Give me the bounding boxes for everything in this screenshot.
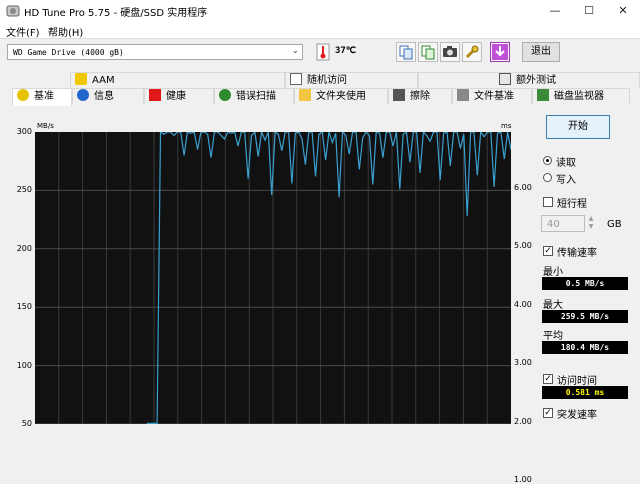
right-axis-tick: 4.00 [514, 299, 532, 309]
tab-extra-tests[interactable]: 额外测试 [418, 72, 640, 88]
camera-icon [443, 46, 457, 57]
benchmark-icon [17, 89, 29, 101]
benchmark-graph [35, 129, 512, 425]
chevron-down-icon[interactable]: ⌄ [292, 46, 299, 55]
download-arrow-icon [492, 44, 508, 60]
thermometer-icon [316, 43, 330, 61]
left-axis-tick: 300 [16, 127, 32, 136]
red-cross-icon [149, 89, 161, 101]
short-stroke-input[interactable]: 40 [541, 215, 585, 232]
min-readout: 0.5 MB/s [542, 277, 628, 290]
tab-random-access[interactable]: 随机访问 [285, 72, 418, 88]
tab-folder-usage[interactable]: 文件夹使用 [294, 88, 388, 104]
right-axis-tick: 1.00 [514, 475, 532, 484]
burst-rate-label: 突发速率 [557, 410, 597, 421]
read-radio[interactable] [543, 156, 552, 165]
tab-error-scan[interactable]: 错误扫描 [214, 88, 294, 104]
right-axis-unit: ms [501, 122, 512, 130]
tab-disk-monitor[interactable]: 磁盘监视器 [532, 88, 630, 104]
max-readout: 259.5 MB/s [542, 310, 628, 323]
drive-select[interactable]: WD Game Drive (4000 gB) [7, 44, 303, 60]
tab-aam[interactable]: AAM [70, 72, 285, 88]
window-title: HD Tune Pro 5.75 - 硬盘/SSD 实用程序 [24, 8, 208, 19]
speaker-icon [75, 73, 87, 85]
tab-label: 擦除 [410, 91, 430, 102]
tab-label: 文件基准 [474, 91, 514, 102]
access-time-checkbox[interactable]: ✓ [543, 374, 553, 384]
access-time-label: 访问时间 [557, 376, 597, 387]
right-axis-tick: 3.00 [514, 358, 532, 368]
copy-icon [399, 45, 413, 60]
transfer-rate-label: 传输速率 [557, 248, 597, 259]
tab-label: AAM [92, 75, 115, 86]
short-stroke-label: 短行程 [557, 199, 587, 210]
menu-bar [0, 22, 640, 38]
start-button[interactable]: 开始 [546, 115, 610, 139]
maximize-button[interactable]: ☐ [572, 0, 606, 22]
spinner-icon[interactable]: ▲ ▼ [586, 215, 596, 232]
menu-file[interactable]: 文件(F) [6, 24, 40, 39]
options-button[interactable] [462, 42, 482, 62]
file-icon [457, 89, 469, 101]
short-stroke-unit: GB [607, 219, 622, 230]
tab-label: 额外测试 [516, 75, 556, 86]
transfer-rate-checkbox[interactable]: ✓ [543, 246, 553, 256]
tab-erase[interactable]: 擦除 [388, 88, 452, 104]
tab-label: 健康 [166, 91, 186, 102]
avg-label: 平均 [543, 331, 563, 342]
minimize-button[interactable]: — [538, 0, 572, 22]
tab-label: 错误扫描 [236, 91, 276, 102]
wrench-icon [465, 45, 479, 59]
temperature-readout: 37℃ [335, 46, 356, 56]
monitor-icon [537, 89, 549, 101]
copy-text-icon [421, 45, 435, 60]
dice-icon [499, 73, 511, 85]
app-icon [6, 5, 20, 17]
dice-icon [290, 73, 302, 85]
tab-health[interactable]: 健康 [144, 88, 214, 104]
tab-label: 基准 [34, 91, 54, 102]
right-axis-tick: 6.00 [514, 183, 532, 192]
read-label: 读取 [556, 158, 576, 169]
short-stroke-checkbox[interactable] [543, 197, 553, 207]
max-label: 最大 [543, 300, 563, 311]
tab-label: 随机访问 [307, 75, 347, 86]
tab-label: 文件夹使用 [316, 91, 366, 102]
trash-icon [393, 89, 405, 101]
info-icon [77, 89, 89, 101]
left-axis-unit: MB/s [37, 122, 54, 130]
tab-label: 磁盘监视器 [554, 91, 604, 102]
right-axis-tick: 2.00 [514, 416, 532, 426]
copy-info-button[interactable] [396, 42, 416, 62]
screenshot-button[interactable] [440, 42, 460, 62]
avg-readout: 180.4 MB/s [542, 341, 628, 354]
access-time-readout: 0.581 ms [542, 386, 628, 399]
min-label: 最小 [543, 267, 563, 278]
left-axis-tick: 200 [16, 243, 32, 253]
tab-file-benchmark[interactable]: 文件基准 [452, 88, 532, 104]
burst-rate-checkbox[interactable]: ✓ [543, 408, 553, 418]
left-axis-tick: 100 [16, 360, 32, 370]
tab-info[interactable]: 信息 [72, 88, 144, 104]
exit-button[interactable]: 退出 [522, 42, 560, 62]
save-button[interactable] [490, 42, 510, 62]
folder-icon [299, 89, 311, 101]
copy-results-button[interactable] [418, 42, 438, 62]
menu-help[interactable]: 帮助(H) [48, 24, 83, 39]
left-axis-tick: 250 [16, 185, 32, 195]
tab-label: 信息 [94, 91, 114, 102]
write-radio[interactable] [543, 173, 552, 182]
magnifier-icon [219, 89, 231, 101]
close-button[interactable]: ✕ [606, 0, 640, 22]
transfer-rate-chart [35, 129, 512, 425]
right-axis-tick: 5.00 [514, 241, 532, 251]
left-axis-tick: 150 [16, 302, 32, 312]
tab-benchmark[interactable]: 基准 [12, 88, 72, 106]
write-label: 写入 [556, 175, 576, 186]
